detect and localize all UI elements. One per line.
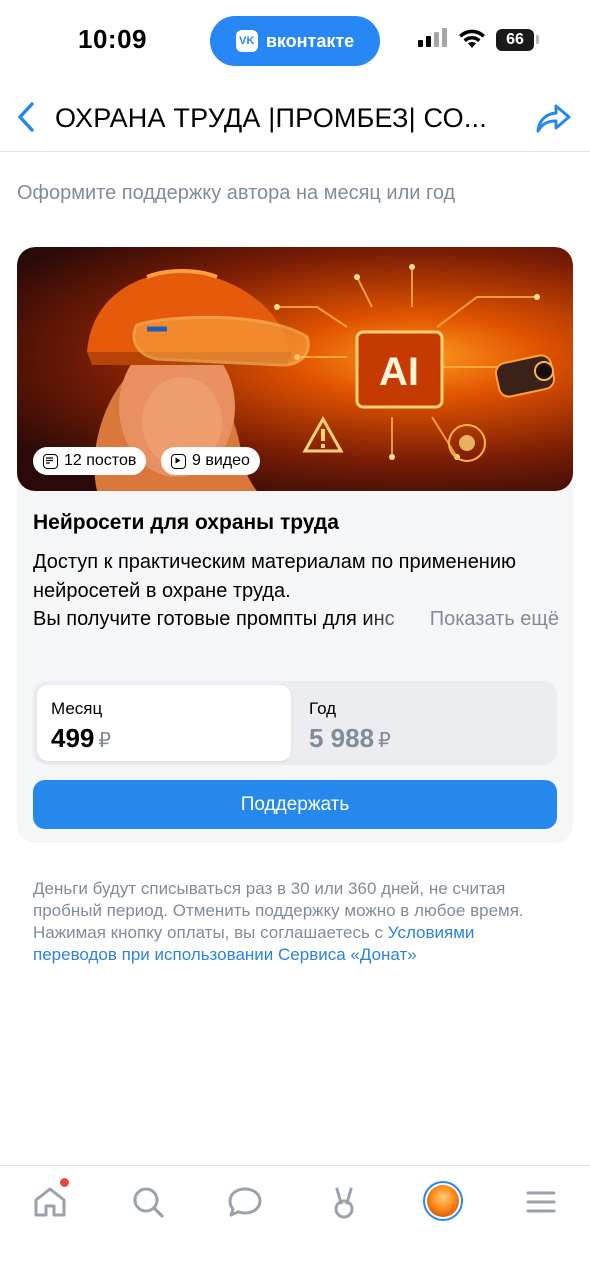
posts-count-chip: 12 постов [33, 447, 147, 475]
posts-count-label: 12 постов [64, 452, 137, 469]
status-bar: 10:09 VK вконтакте 66 [0, 0, 590, 82]
level-description: Доступ к практическим материалам по прим… [33, 551, 517, 602]
plan-month-option[interactable]: Месяц 499 ₽ [37, 685, 291, 761]
ruble-sign: ₽ [378, 730, 391, 752]
plan-year-price: 5 988 ₽ [309, 723, 391, 753]
battery-tip [536, 35, 539, 44]
tab-search[interactable] [128, 1182, 168, 1222]
tab-messages[interactable] [225, 1182, 265, 1222]
tab-menu[interactable] [521, 1182, 561, 1222]
plan-month-label: Месяц [51, 699, 103, 718]
vk-logo-icon: VK [235, 30, 258, 52]
payment-disclaimer: Деньги будут списываться раз в 30 или 36… [33, 878, 553, 966]
donut-level-card: AI 12 постов 9 видео Нейросети для охран… [17, 247, 573, 843]
plan-selector: Месяц 499 ₽ Год 5 988 ₽ [33, 681, 557, 765]
video-icon [171, 453, 186, 469]
back-button[interactable] [12, 98, 42, 136]
cover-image: AI 12 постов 9 видео [17, 247, 573, 491]
bottom-tab-bar [0, 1165, 590, 1280]
status-time: 10:09 [78, 24, 147, 54]
vk-pill-label: вконтакте [265, 30, 355, 51]
profile-avatar[interactable] [423, 1181, 463, 1221]
tab-clips[interactable] [324, 1182, 364, 1222]
menu-icon [526, 1191, 556, 1213]
messages-icon [228, 1187, 262, 1217]
vk-app-pill[interactable]: VK вконтакте [210, 16, 380, 66]
battery-indicator: 66 [496, 29, 534, 51]
videos-count-chip: 9 видео [161, 447, 260, 475]
posts-icon [43, 453, 58, 469]
tab-home[interactable] [30, 1182, 70, 1222]
avatar-image [427, 1185, 459, 1217]
share-button[interactable] [534, 100, 574, 136]
page-title: ОХРАНА ТРУДА |ПРОМБЕЗ| СО... [55, 103, 487, 133]
plan-month-price: 499 ₽ [51, 723, 112, 753]
search-icon [133, 1187, 164, 1218]
cellular-signal-icon [418, 28, 447, 47]
page-subtitle: Оформите поддержку автора на месяц или г… [17, 182, 456, 204]
level-description-more: Вы получите готовые промпты для инс Пока… [33, 605, 559, 634]
home-icon [34, 1187, 66, 1217]
ruble-sign: ₽ [98, 730, 112, 752]
description-truncated: Вы получите готовые промпты для инс [33, 608, 395, 630]
page-header: ОХРАНА ТРУДА |ПРОМБЕЗ| СО... [0, 90, 590, 152]
support-button[interactable]: Поддержать [33, 780, 557, 829]
plan-year-option[interactable]: Год 5 988 ₽ [295, 685, 553, 761]
wifi-icon [459, 29, 485, 48]
videos-count-label: 9 видео [192, 452, 250, 469]
ai-chip-label: AI [379, 350, 419, 394]
level-title: Нейросети для охраны труда [33, 511, 339, 534]
clips-icon [334, 1187, 354, 1219]
show-more-link[interactable]: Показать ещё [427, 605, 559, 634]
notification-dot [60, 1178, 69, 1187]
text-fade [363, 605, 433, 634]
plan-year-label: Год [309, 699, 337, 718]
